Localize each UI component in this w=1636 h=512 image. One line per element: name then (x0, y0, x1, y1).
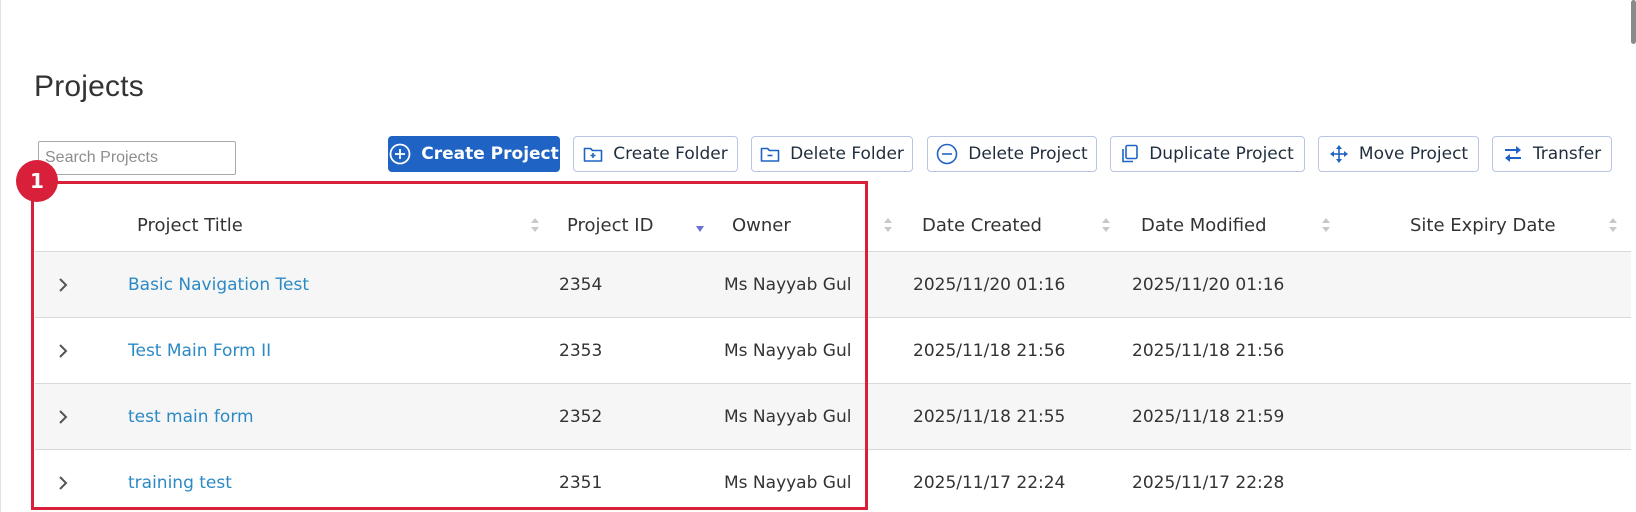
copy-icon (1122, 144, 1139, 163)
duplicate-project-label: Duplicate Project (1149, 144, 1294, 164)
chevron-right-icon[interactable] (55, 343, 71, 359)
folder-minus-icon (760, 147, 780, 162)
sort-descending-icon[interactable] (695, 216, 705, 234)
owner-cell: Ms Nayyab Gul (724, 341, 852, 361)
table-row[interactable]: test main form 2352 Ms Nayyab Gul 2025/1… (35, 384, 1631, 450)
column-header-date-modified[interactable]: Date Modified (1141, 200, 1267, 251)
delete-project-button[interactable]: Delete Project (927, 136, 1097, 172)
search-input[interactable] (38, 141, 236, 175)
create-folder-label: Create Folder (613, 144, 728, 164)
project-title-link[interactable]: Basic Navigation Test (128, 252, 309, 318)
transfer-button[interactable]: Transfer (1492, 136, 1612, 172)
create-project-button[interactable]: Create Project (388, 136, 560, 172)
project-id-cell: 2354 (559, 275, 603, 295)
move-arrows-icon (1329, 145, 1348, 163)
annotation-badge: 1 (16, 160, 58, 202)
duplicate-project-button[interactable]: Duplicate Project (1110, 136, 1305, 172)
move-project-button[interactable]: Move Project (1318, 136, 1479, 172)
sort-icon[interactable] (1608, 216, 1618, 234)
sort-icon[interactable] (530, 216, 540, 234)
table-row[interactable]: Test Main Form II 2353 Ms Nayyab Gul 202… (35, 318, 1631, 384)
column-header-site-expiry-date[interactable]: Site Expiry Date (1410, 200, 1556, 251)
date-modified-cell: 2025/11/20 01:16 (1132, 275, 1285, 295)
column-header-project-title[interactable]: Project Title (137, 200, 243, 251)
transfer-label: Transfer (1532, 144, 1602, 164)
project-title-link[interactable]: test main form (128, 384, 254, 450)
transfer-arrows-icon (1504, 146, 1521, 162)
date-created-cell: 2025/11/18 21:55 (913, 407, 1066, 427)
delete-folder-label: Delete Folder (790, 144, 904, 164)
projects-table: Project Title Project ID Owner Date Crea… (35, 200, 1631, 512)
chevron-right-icon[interactable] (55, 409, 71, 425)
sort-icon[interactable] (883, 216, 893, 234)
project-id-cell: 2351 (559, 473, 603, 493)
sort-icon[interactable] (1321, 216, 1331, 234)
move-project-label: Move Project (1358, 144, 1469, 164)
folder-plus-icon (583, 147, 603, 162)
column-header-owner[interactable]: Owner (732, 200, 791, 251)
page-title: Projects (34, 70, 144, 103)
create-project-label: Create Project (421, 144, 559, 164)
project-title-link[interactable]: Test Main Form II (128, 318, 271, 384)
project-title-link[interactable]: training test (128, 450, 232, 512)
minus-circle-icon (936, 143, 958, 165)
chevron-right-icon[interactable] (55, 277, 71, 293)
date-created-cell: 2025/11/18 21:56 (913, 341, 1066, 361)
date-created-cell: 2025/11/20 01:16 (913, 275, 1066, 295)
owner-cell: Ms Nayyab Gul (724, 275, 852, 295)
create-folder-button[interactable]: Create Folder (573, 136, 738, 172)
date-modified-cell: 2025/11/17 22:28 (1132, 473, 1285, 493)
chevron-right-icon[interactable] (55, 475, 71, 491)
date-created-cell: 2025/11/17 22:24 (913, 473, 1066, 493)
date-modified-cell: 2025/11/18 21:56 (1132, 341, 1285, 361)
column-header-date-created[interactable]: Date Created (922, 200, 1042, 251)
projects-page: Projects Create Project Create Folder (0, 0, 1636, 512)
delete-folder-button[interactable]: Delete Folder (751, 136, 913, 172)
page-scrollbar[interactable] (1631, 0, 1636, 44)
table-header: Project Title Project ID Owner Date Crea… (35, 200, 1631, 252)
sort-icon[interactable] (1101, 216, 1111, 234)
project-id-cell: 2353 (559, 341, 603, 361)
table-row[interactable]: training test 2351 Ms Nayyab Gul 2025/11… (35, 450, 1631, 512)
table-row[interactable]: Basic Navigation Test 2354 Ms Nayyab Gul… (35, 252, 1631, 318)
project-id-cell: 2352 (559, 407, 603, 427)
plus-circle-icon (389, 143, 411, 165)
owner-cell: Ms Nayyab Gul (724, 473, 852, 493)
delete-project-label: Delete Project (968, 144, 1088, 164)
date-modified-cell: 2025/11/18 21:59 (1132, 407, 1285, 427)
column-header-project-id[interactable]: Project ID (567, 200, 653, 251)
owner-cell: Ms Nayyab Gul (724, 407, 852, 427)
